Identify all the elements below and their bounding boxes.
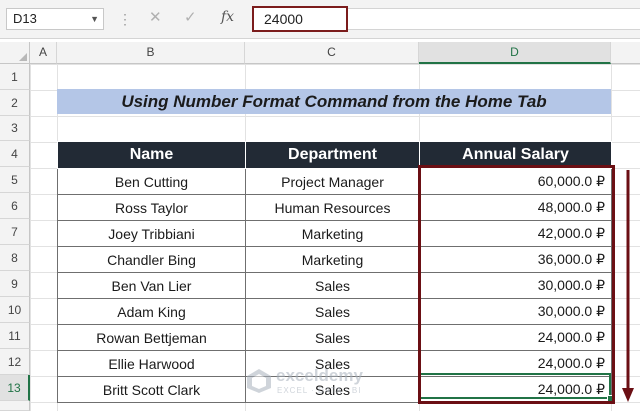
row-header-8[interactable]: 8 — [0, 245, 30, 271]
header-department[interactable]: Department — [245, 141, 420, 169]
row-header-2[interactable]: 2 — [0, 90, 30, 116]
row-header-7[interactable]: 7 — [0, 219, 30, 245]
row-header-1[interactable]: 1 — [0, 64, 30, 90]
enter-icon[interactable]: ✓ — [184, 9, 197, 27]
formula-input[interactable]: 24000 — [252, 6, 348, 32]
department-cell[interactable]: Marketing — [245, 220, 420, 247]
row-header-13[interactable]: 13 — [0, 375, 30, 401]
insert-function-icon[interactable]: fx — [221, 9, 234, 25]
down-arrow-icon — [622, 170, 634, 402]
select-all-icon — [19, 53, 27, 61]
name-cell[interactable]: Joey Tribbiani — [57, 220, 246, 247]
row-header-9[interactable]: 9 — [0, 271, 30, 297]
more-options-icon[interactable]: ⋮ — [118, 10, 132, 28]
row-header-10[interactable]: 10 — [0, 297, 30, 323]
watermark: exceldemy EXCEL · DATA · BI — [246, 364, 406, 398]
column-header-e[interactable] — [611, 42, 640, 64]
row-header-11[interactable]: 11 — [0, 323, 30, 349]
row-header-4[interactable]: 4 — [0, 141, 30, 167]
name-cell[interactable]: Rowan Bettjeman — [57, 324, 246, 351]
department-cell[interactable]: Marketing — [245, 246, 420, 273]
watermark-tagline: EXCEL · DATA · BI — [277, 386, 362, 395]
select-all-button[interactable] — [0, 42, 30, 64]
column-header-b[interactable]: B — [57, 42, 245, 64]
name-cell[interactable]: Chandler Bing — [57, 246, 246, 273]
name-cell[interactable]: Ben Cutting — [57, 168, 246, 195]
chevron-down-icon[interactable]: ▼ — [90, 9, 99, 29]
formula-input-extension[interactable] — [348, 8, 640, 30]
formula-bar: D13 ▼ ⋮ ✕ ✓ fx 24000 — [0, 0, 640, 39]
name-box[interactable]: D13 ▼ — [6, 8, 104, 30]
sheet-title[interactable]: Using Number Format Command from the Hom… — [57, 89, 611, 114]
department-cell[interactable]: Sales — [245, 324, 420, 351]
column-header-d[interactable]: D — [419, 42, 611, 64]
exceldemy-logo-icon — [247, 369, 271, 393]
header-name[interactable]: Name — [57, 141, 246, 169]
column-header-c[interactable]: C — [245, 42, 419, 64]
name-box-value: D13 — [13, 11, 37, 26]
cancel-icon[interactable]: ✕ — [149, 9, 162, 27]
name-cell[interactable]: Ben Van Lier — [57, 272, 246, 299]
name-cell[interactable]: Britt Scott Clark — [57, 376, 246, 403]
row-header-6[interactable]: 6 — [0, 193, 30, 219]
row-header-12[interactable]: 12 — [0, 349, 30, 375]
department-cell[interactable]: Project Manager — [245, 168, 420, 195]
name-cell[interactable]: Ross Taylor — [57, 194, 246, 221]
row-header-14[interactable] — [0, 401, 30, 411]
department-cell[interactable]: Human Resources — [245, 194, 420, 221]
watermark-name: exceldemy — [276, 366, 363, 385]
name-cell[interactable]: Ellie Harwood — [57, 350, 246, 377]
column-header-a[interactable]: A — [30, 42, 57, 64]
name-cell[interactable]: Adam King — [57, 298, 246, 325]
department-cell[interactable]: Sales — [245, 298, 420, 325]
row-header-5[interactable]: 5 — [0, 167, 30, 193]
row-header-3[interactable]: 3 — [0, 116, 30, 141]
highlight-box — [418, 165, 615, 404]
department-cell[interactable]: Sales — [245, 272, 420, 299]
